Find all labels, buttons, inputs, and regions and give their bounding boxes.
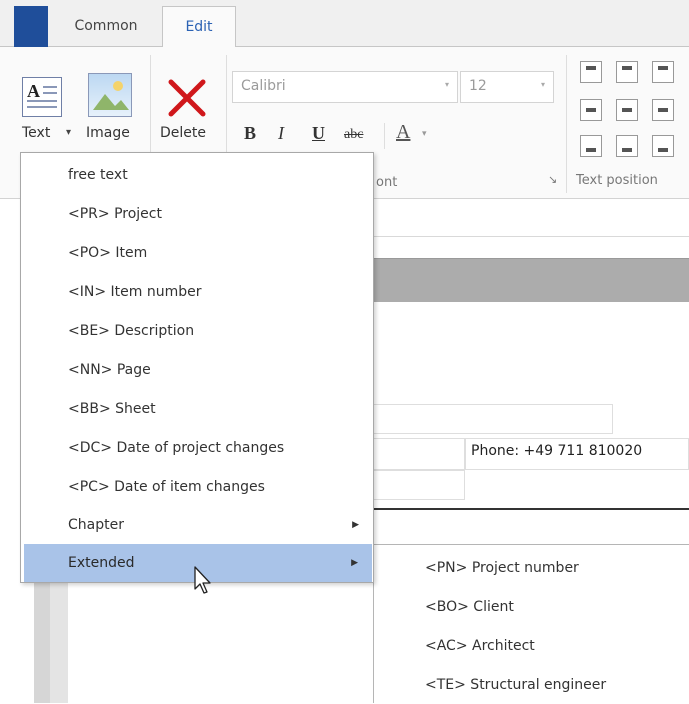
text-position-bottom-right-button[interactable] bbox=[652, 135, 674, 157]
menu-item-description[interactable]: <BE> Description bbox=[21, 312, 373, 350]
document-header-band bbox=[373, 258, 689, 302]
image-icon bbox=[88, 73, 132, 117]
submenu-item-structural-engineer[interactable]: <TE> Structural engineer bbox=[374, 666, 689, 704]
bold-button[interactable]: B bbox=[244, 123, 256, 144]
font-color-button[interactable]: A ▾ bbox=[396, 121, 436, 151]
menu-item-sheet[interactable]: <BB> Sheet bbox=[21, 390, 373, 428]
text-button-arrow-icon: ▾ bbox=[66, 127, 72, 138]
font-family-combo[interactable]: Calibri ▾ bbox=[232, 71, 458, 103]
underline-button[interactable]: U bbox=[312, 123, 325, 144]
font-size-combo[interactable]: 12 ▾ bbox=[460, 71, 554, 103]
text-button[interactable]: A Text ▾ bbox=[14, 69, 80, 149]
strikethrough-button[interactable]: abc bbox=[344, 127, 363, 143]
mouse-cursor-icon bbox=[192, 565, 214, 595]
submenu-item-project-number[interactable]: <PN> Project number bbox=[374, 549, 689, 587]
chevron-down-icon: ▾ bbox=[422, 129, 427, 139]
font-family-value: Calibri bbox=[241, 78, 286, 94]
font-size-value: 12 bbox=[469, 78, 487, 94]
text-box-icon: A bbox=[22, 77, 62, 117]
text-position-top-left-button[interactable] bbox=[580, 61, 602, 83]
delete-button[interactable]: Delete bbox=[156, 69, 218, 149]
menu-item-date-project-changes[interactable]: <DC> Date of project changes bbox=[21, 429, 373, 467]
document-field bbox=[373, 470, 465, 500]
tab-common[interactable]: Common bbox=[56, 6, 156, 47]
chevron-down-icon: ▾ bbox=[444, 80, 449, 89]
text-position-top-center-button[interactable] bbox=[616, 61, 638, 83]
image-button-label: Image bbox=[86, 125, 130, 141]
text-position-middle-center-button[interactable] bbox=[616, 99, 638, 121]
menu-item-page[interactable]: <NN> Page bbox=[21, 351, 373, 389]
text-position-middle-left-button[interactable] bbox=[580, 99, 602, 121]
tab-edit[interactable]: Edit bbox=[162, 6, 236, 48]
ribbon-tab-strip: Common Edit bbox=[0, 0, 689, 48]
document-divider bbox=[373, 236, 689, 237]
document-rule bbox=[373, 508, 689, 510]
document-field bbox=[373, 438, 465, 470]
file-tab[interactable] bbox=[14, 6, 48, 47]
submenu-item-client[interactable]: <BO> Client bbox=[374, 588, 689, 626]
ribbon-separator bbox=[384, 123, 385, 149]
menu-item-project[interactable]: <PR> Project bbox=[21, 195, 373, 233]
text-position-bottom-center-button[interactable] bbox=[616, 135, 638, 157]
submenu-arrow-icon: ▶ bbox=[352, 520, 359, 530]
menu-item-item-number[interactable]: <IN> Item number bbox=[21, 273, 373, 311]
delete-button-label: Delete bbox=[160, 125, 206, 141]
dialog-launcher-icon[interactable]: ↘ bbox=[548, 173, 557, 186]
delete-icon bbox=[166, 77, 208, 119]
menu-item-free-text[interactable]: free text bbox=[21, 156, 373, 194]
ribbon-separator bbox=[566, 55, 567, 193]
image-button[interactable]: Image bbox=[84, 69, 144, 149]
document-field bbox=[373, 404, 613, 434]
menu-item-extended-label: Extended bbox=[68, 555, 135, 571]
text-dropdown-menu: free text <PR> Project <PO> Item <IN> It… bbox=[20, 152, 374, 583]
text-position-group-label: Text position bbox=[576, 173, 658, 188]
submenu-item-architect[interactable]: <AC> Architect bbox=[374, 627, 689, 665]
menu-item-chapter[interactable]: Chapter ▶ bbox=[21, 506, 373, 544]
phone-number-text: Phone: +49 711 810020 bbox=[471, 443, 643, 459]
text-position-middle-right-button[interactable] bbox=[652, 99, 674, 121]
extended-submenu: <PN> Project number <BO> Client <AC> Arc… bbox=[373, 544, 689, 703]
text-button-label: Text bbox=[22, 125, 51, 141]
chevron-down-icon: ▾ bbox=[540, 80, 545, 89]
submenu-arrow-icon: ▶ bbox=[351, 558, 358, 568]
text-position-top-right-button[interactable] bbox=[652, 61, 674, 83]
font-group-label: ont bbox=[376, 175, 398, 190]
menu-item-chapter-label: Chapter bbox=[68, 517, 124, 533]
font-color-icon: A bbox=[396, 121, 411, 143]
menu-item-item[interactable]: <PO> Item bbox=[21, 234, 373, 272]
menu-item-date-item-changes[interactable]: <PC> Date of item changes bbox=[21, 468, 373, 506]
text-position-bottom-left-button[interactable] bbox=[580, 135, 602, 157]
italic-button[interactable]: I bbox=[278, 123, 284, 144]
